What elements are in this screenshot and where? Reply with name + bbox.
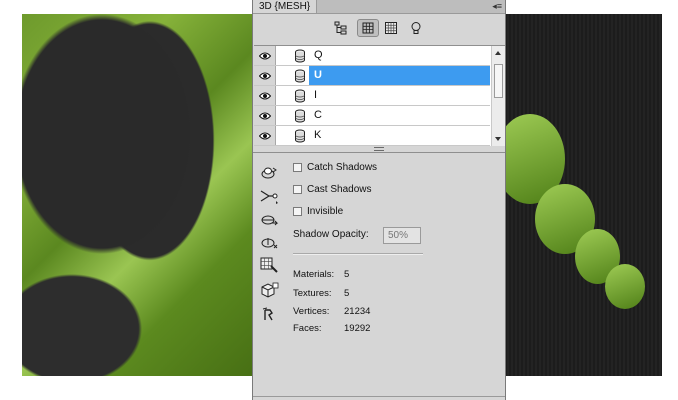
mesh-cube-icon[interactable] [259,281,279,299]
mesh-name: C [314,109,322,121]
selection-highlight [309,66,490,85]
materials-value: 5 [344,269,350,280]
document-canvas-right [505,14,662,376]
paint-mesh-icon[interactable] [259,256,279,274]
vertices-label: Vertices: [293,306,330,317]
checkbox-box[interactable] [293,185,302,194]
slide-mesh-icon[interactable] [259,233,279,251]
vertices-value: 21234 [344,306,371,317]
mesh-cylinder-icon [294,109,306,123]
3d-letter-shape [605,264,645,309]
splitter-grip-icon[interactable] [374,147,384,151]
mesh-row-q[interactable]: Q [254,46,490,66]
mesh-name: K [314,129,322,141]
invisible-label: Invisible [307,206,344,217]
faces-value: 19292 [344,323,371,334]
mesh-list: Q U I C K [254,45,505,147]
catch-shadows-checkbox[interactable]: Catch Shadows [293,162,377,173]
scroll-down-arrow-icon[interactable] [495,137,501,141]
faces-label: Faces: [293,323,322,334]
visibility-eye-icon[interactable] [254,106,276,125]
scene-icon[interactable] [332,19,350,37]
cast-shadows-checkbox[interactable]: Cast Shadows [293,184,371,195]
mesh-name: U [314,69,322,81]
visibility-eye-icon[interactable] [254,46,276,65]
panel-menu-icon[interactable]: ◂≡ [492,0,502,12]
3d-mesh-panel: 3D {MESH} ◂≡ Q U I C K Catch Shadows Cas… [252,0,506,400]
panel-tab-bar: 3D {MESH} ◂≡ [253,0,505,14]
mesh-icon[interactable] [357,19,379,37]
mesh-cylinder-icon [294,129,306,143]
mesh-cylinder-icon [294,89,306,103]
panel-bottom-edge [253,396,505,397]
invisible-checkbox[interactable]: Invisible [293,206,343,217]
materials-label: Materials: [293,269,335,280]
document-canvas-left [22,14,254,376]
scroll-up-arrow-icon[interactable] [495,51,501,55]
checkbox-box[interactable] [293,207,302,216]
shadow-opacity-input[interactable]: 50% [383,227,421,244]
visibility-eye-icon[interactable] [254,86,276,105]
textures-value: 5 [344,288,350,299]
panel-tab-3d-mesh[interactable]: 3D {MESH} [253,0,318,13]
mesh-cylinder-icon [294,49,306,63]
textures-label: Textures: [293,288,332,299]
mesh-list-scrollbar[interactable] [491,46,505,146]
rotate-mesh-icon[interactable] [259,164,279,182]
canvas-shadow-region-lower [22,264,162,376]
catch-shadows-label: Catch Shadows [307,162,378,173]
mesh-row-u[interactable]: U [254,66,490,86]
mesh-row-c[interactable]: C [254,106,490,126]
mesh-row-i[interactable]: I [254,86,490,106]
materials-icon[interactable] [382,19,400,37]
panel-filter-toolbar [253,14,505,42]
panel-splitter[interactable] [253,146,505,153]
visibility-eye-icon[interactable] [254,126,276,145]
checkbox-box[interactable] [293,163,302,172]
mesh-row-k[interactable]: K [254,126,490,146]
cast-shadows-label: Cast Shadows [307,184,372,195]
mesh-cylinder-icon [294,69,306,83]
render-settings-icon[interactable] [259,306,279,324]
roll-mesh-icon[interactable] [259,187,279,205]
visibility-eye-icon[interactable] [254,66,276,85]
shadow-opacity-label: Shadow Opacity: [293,229,369,240]
mesh-name: Q [314,49,323,61]
divider [293,253,423,255]
lights-icon[interactable] [407,19,425,37]
scroll-thumb[interactable] [494,64,503,98]
drag-mesh-icon[interactable] [259,210,279,228]
mesh-name: I [314,89,318,101]
